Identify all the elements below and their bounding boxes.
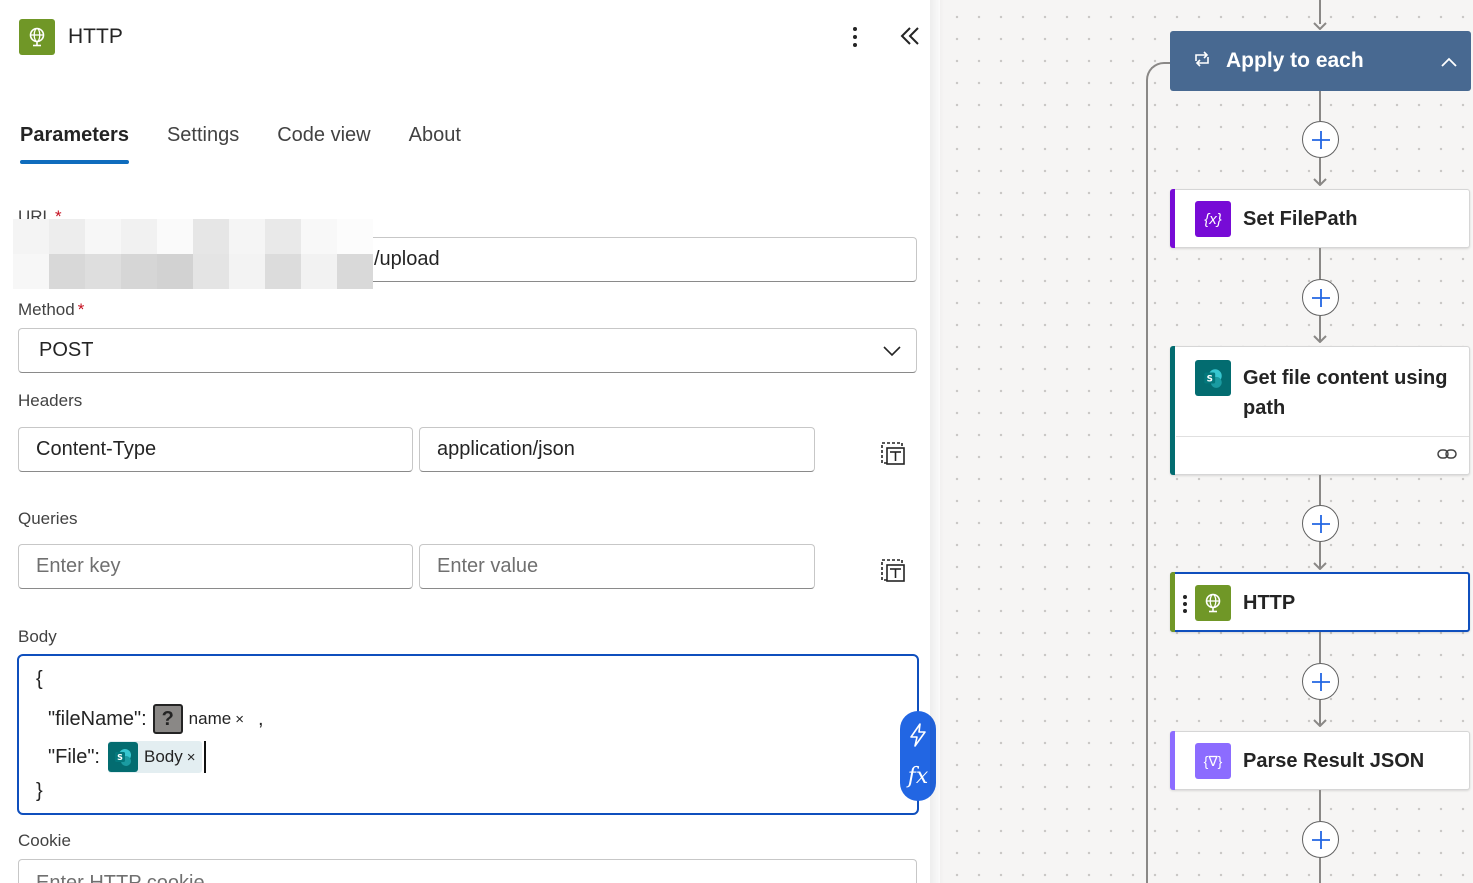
plus-icon bbox=[1311, 672, 1330, 691]
chevron-down-icon bbox=[883, 346, 901, 357]
insert-step-button[interactable] bbox=[1302, 505, 1339, 542]
dynamic-content-lightning-icon[interactable] bbox=[908, 722, 928, 753]
data-operation-icon: {∇} bbox=[1195, 743, 1231, 779]
tab-settings[interactable]: Settings bbox=[167, 124, 239, 164]
http-globe-icon bbox=[1195, 585, 1231, 621]
insert-step-button[interactable] bbox=[1302, 121, 1339, 158]
connector-arrow-icon bbox=[1313, 22, 1327, 30]
query-key-input[interactable]: Enter key bbox=[18, 544, 413, 589]
tab-code-view[interactable]: Code view bbox=[277, 124, 370, 164]
collapse-panel-icon[interactable] bbox=[896, 22, 924, 50]
insert-step-button[interactable] bbox=[1302, 663, 1339, 700]
sharepoint-icon: S bbox=[107, 742, 138, 772]
step-card-set-filepath[interactable]: {x} Set FilePath bbox=[1170, 189, 1470, 248]
plus-icon bbox=[1311, 288, 1330, 307]
svg-text:S: S bbox=[1207, 374, 1213, 384]
query-value-input[interactable]: Enter value bbox=[419, 544, 815, 589]
connector-line bbox=[1319, 91, 1321, 121]
connector-line bbox=[1319, 248, 1321, 279]
body-line-file: "File": S Body × bbox=[48, 741, 206, 773]
plus-icon bbox=[1311, 130, 1330, 149]
panel-divider bbox=[930, 0, 944, 883]
loop-icon bbox=[1192, 50, 1212, 72]
text-caret bbox=[203, 741, 206, 773]
redacted-url-area bbox=[13, 219, 373, 289]
connector-arrow-icon bbox=[1313, 719, 1327, 727]
body-line-close-brace: } bbox=[36, 780, 43, 802]
plus-icon bbox=[1311, 514, 1330, 533]
connector-line bbox=[1319, 0, 1321, 24]
connector-arrow-icon bbox=[1313, 335, 1327, 343]
step-card-get-file-content[interactable]: S Get file content using path bbox=[1170, 346, 1470, 475]
body-label: Body bbox=[18, 627, 57, 646]
tab-parameters[interactable]: Parameters bbox=[20, 124, 129, 164]
connector-arrow-icon bbox=[1313, 178, 1327, 186]
variable-icon: {x} bbox=[1195, 201, 1231, 237]
action-details-panel: HTTP Parameters Settings Code view About… bbox=[0, 0, 940, 883]
more-options-icon[interactable] bbox=[845, 24, 865, 50]
step-title: HTTP bbox=[1243, 592, 1296, 614]
drag-handle-icon[interactable] bbox=[1183, 595, 1187, 613]
expression-fx-icon[interactable]: fx bbox=[908, 764, 929, 789]
connector-line bbox=[1319, 790, 1321, 821]
cookie-label: Cookie bbox=[18, 831, 71, 850]
plus-icon bbox=[1311, 830, 1330, 849]
connector-line bbox=[1319, 632, 1321, 663]
step-title: Get file content using path bbox=[1243, 367, 1448, 419]
unknown-source-icon: ? bbox=[152, 704, 183, 734]
dynamic-token-name[interactable]: ? name × bbox=[152, 703, 244, 735]
step-card-parse-result-json[interactable]: {∇} Parse Result JSON bbox=[1170, 731, 1470, 790]
http-globe-icon bbox=[19, 19, 55, 55]
header-value-input[interactable]: application/json bbox=[419, 427, 815, 472]
svg-text:S: S bbox=[117, 753, 123, 762]
connector-arrow-icon bbox=[1313, 562, 1327, 570]
connector-line bbox=[1319, 858, 1321, 883]
remove-token-icon[interactable]: × bbox=[187, 749, 196, 766]
insert-step-button[interactable] bbox=[1302, 821, 1339, 858]
insert-step-button[interactable] bbox=[1302, 279, 1339, 316]
tab-about[interactable]: About bbox=[409, 124, 461, 164]
headers-label: Headers bbox=[18, 391, 83, 410]
body-line-filename: "fileName": ? name × , bbox=[48, 703, 264, 735]
method-dropdown[interactable]: POST bbox=[18, 328, 917, 373]
step-card-http[interactable]: HTTP bbox=[1170, 572, 1470, 632]
apply-to-each-card[interactable]: Apply to each bbox=[1170, 31, 1471, 91]
dynamic-token-body[interactable]: S Body × bbox=[107, 741, 202, 773]
remove-token-icon[interactable]: × bbox=[235, 711, 244, 728]
sharepoint-icon: S bbox=[1195, 360, 1231, 396]
step-title: Set FilePath bbox=[1243, 208, 1358, 230]
apply-to-each-title: Apply to each bbox=[1226, 49, 1364, 72]
connector-line bbox=[1319, 475, 1321, 505]
body-line-open-brace: { bbox=[36, 668, 43, 690]
connection-link-icon[interactable] bbox=[1437, 447, 1457, 466]
chevron-up-icon[interactable] bbox=[1441, 54, 1457, 72]
queries-label: Queries bbox=[18, 509, 78, 528]
method-label: Method * bbox=[18, 300, 85, 319]
switch-to-text-mode-icon[interactable] bbox=[878, 554, 908, 584]
body-editor[interactable]: { "fileName": ? name × , "File": S Body … bbox=[17, 654, 919, 815]
panel-title: HTTP bbox=[68, 25, 123, 48]
tab-list: Parameters Settings Code view About bbox=[20, 124, 499, 164]
header-key-input[interactable]: Content-Type bbox=[18, 427, 413, 472]
cookie-input[interactable]: Enter HTTP cookie bbox=[18, 859, 917, 883]
switch-to-text-mode-icon[interactable] bbox=[878, 437, 908, 467]
step-title: Parse Result JSON bbox=[1243, 750, 1425, 772]
